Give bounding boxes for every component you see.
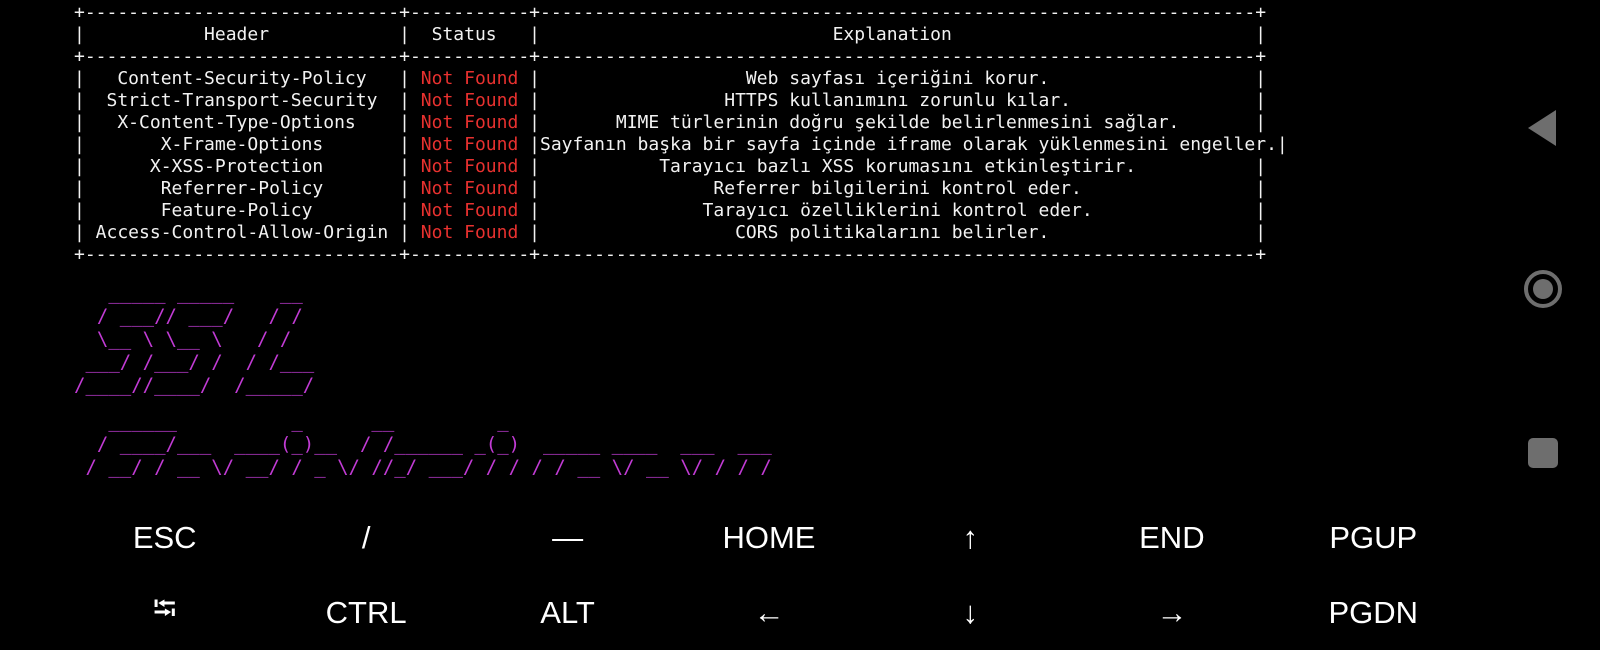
ascii-art-banner: ______ _ __ _ / ____/___ ____(_)__ / /__… (85, 410, 772, 478)
status-not-found: Not Found (420, 222, 519, 243)
status-not-found: Not Found (420, 68, 519, 89)
down-arrow-key[interactable]: ↓ (870, 575, 1071, 650)
status-not-found: Not Found (420, 90, 519, 111)
recents-icon[interactable] (1528, 438, 1558, 468)
back-icon[interactable] (1528, 110, 1556, 146)
home-icon-dot (1533, 279, 1553, 299)
terminal-output[interactable]: +-----------------------------+---------… (0, 0, 1330, 500)
pgup-key[interactable]: PGUP (1273, 500, 1474, 575)
table-border: +-----------------------------+---------… (74, 46, 1267, 67)
pgdn-key[interactable]: PGDN (1273, 575, 1474, 650)
table-row: | Access-Control-Allow-Origin | Not Foun… (74, 222, 1267, 243)
dash-key[interactable]: — (467, 500, 668, 575)
table-header-row: | Header | Status | Explanation | (74, 24, 1267, 45)
slash-key[interactable]: / (265, 500, 466, 575)
esc-key[interactable]: ESC (64, 500, 265, 575)
status-not-found: Not Found (420, 200, 519, 221)
extra-keys-bar: ESC / — HOME ↑ END PGUP ⭾ CTRL ALT ← ↓ →… (64, 500, 1474, 650)
status-not-found: Not Found (420, 156, 519, 177)
table-row: | Feature-Policy | Not Found | Tarayıcı … (74, 200, 1267, 221)
right-arrow-key[interactable]: → (1071, 575, 1272, 650)
table-border: +-----------------------------+---------… (74, 2, 1267, 23)
home-key[interactable]: HOME (668, 500, 869, 575)
ctrl-key[interactable]: CTRL (265, 575, 466, 650)
table-row: | Strict-Transport-Security | Not Found … (74, 90, 1267, 111)
table-row: | Content-Security-Policy | Not Found | … (74, 68, 1267, 89)
home-icon[interactable] (1524, 270, 1562, 308)
table-border: +-----------------------------+---------… (74, 244, 1267, 265)
table-row: | X-Content-Type-Options | Not Found | M… (74, 112, 1267, 133)
left-arrow-key[interactable]: ← (668, 575, 869, 650)
alt-key[interactable]: ALT (467, 575, 668, 650)
ssl-ascii-banner: _____ _____ __ / ___// ___/ / / \__ \ \_… (74, 282, 315, 396)
status-not-found: Not Found (420, 112, 519, 133)
tab-key[interactable]: ⭾ (64, 575, 265, 650)
android-navigation-bar (1510, 0, 1600, 650)
end-key[interactable]: END (1071, 500, 1272, 575)
status-not-found: Not Found (420, 178, 519, 199)
table-row: | Referrer-Policy | Not Found | Referrer… (74, 178, 1267, 199)
security-headers-table: +-----------------------------+---------… (74, 2, 1288, 266)
table-row: | X-Frame-Options | Not Found |Sayfanın … (74, 134, 1288, 155)
up-arrow-key[interactable]: ↑ (870, 500, 1071, 575)
status-not-found: Not Found (420, 134, 519, 155)
table-row: | X-XSS-Protection | Not Found | Tarayıc… (74, 156, 1267, 177)
